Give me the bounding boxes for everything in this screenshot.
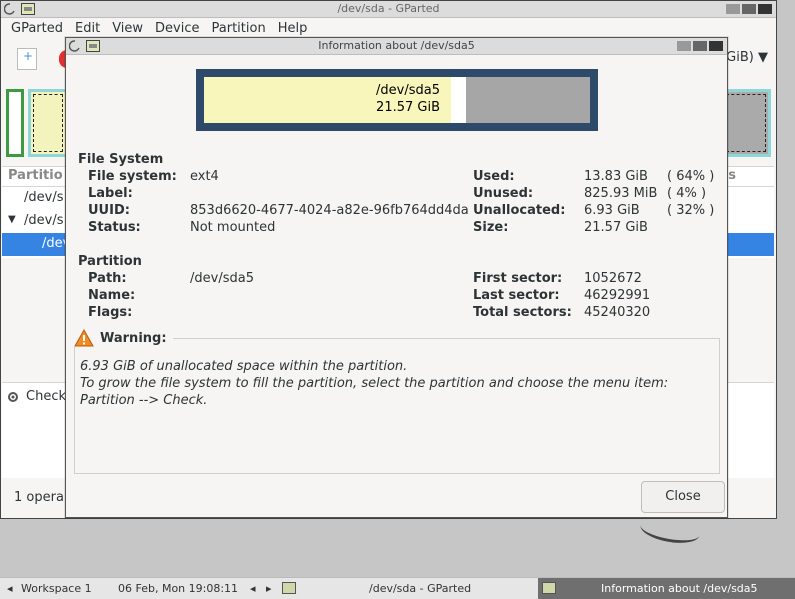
unallocated-label: Unallocated: [473,203,566,218]
total-sectors-value: 45240320 [584,305,651,320]
operation-label: Check [26,389,66,404]
menu-help[interactable]: Help [272,21,314,36]
taskbar: ◂ Workspace 1 06 Feb, Mon 19:08:11 ◂ ▸ /… [0,577,795,599]
partition-block-extended[interactable] [28,89,68,157]
status-value: Not mounted [190,220,276,235]
device-selector-label: GiB) [726,50,754,65]
new-partition-button[interactable] [17,48,37,70]
partition-block-sda1[interactable] [6,89,24,157]
uuid-label: UUID: [88,203,130,218]
gparted-app-icon [282,582,296,594]
path-value: /dev/sda5 [190,271,254,286]
task-prev-icon[interactable]: ◂ [250,582,256,595]
menu-gparted[interactable]: GParted [5,21,69,36]
total-sectors-label: Total sectors: [473,305,572,320]
window-title: /dev/sda - GParted [337,2,440,15]
used-label: Used: [473,169,515,184]
column-flags[interactable]: s [728,168,736,183]
first-sector-label: First sector: [473,271,563,286]
unused-value: 825.93 MiB [584,186,658,201]
dialog-titlebar[interactable]: Information about /dev/sda5 [66,38,727,55]
partition-info-dialog: Information about /dev/sda5 /dev/sda5 21… [65,37,728,518]
minimize-button[interactable] [677,41,691,51]
name-label: Name: [88,288,136,303]
maximize-button[interactable] [693,41,707,51]
minimize-button[interactable] [726,4,740,14]
status-bar: 1 opera [14,490,64,505]
uuid-value: 853d6620-4677-4024-a82e-96fb764dd4da [190,203,469,218]
window-controls [726,4,772,14]
fs-type-label: File system: [88,169,177,184]
close-window-button[interactable] [758,4,772,14]
unallocated-percent: ( 32% ) [667,203,715,218]
warning-message: 6.93 GiB of unallocated space within the… [80,358,710,409]
main-titlebar[interactable]: /dev/sda - GParted [1,1,776,18]
menu-view[interactable]: View [106,21,149,36]
flags-label: Flags: [88,305,133,320]
path-label: Path: [88,271,127,286]
device-selector[interactable]: GiB) ▼ [726,50,768,65]
partition-block-sda5[interactable] [721,89,771,157]
gparted-app-icon [542,582,556,594]
fs-type-value: ext4 [190,169,219,184]
unused-label: Unused: [473,186,534,201]
status-label: Status: [88,220,141,235]
close-button[interactable]: Close [641,481,725,513]
dialog-window-controls [677,41,723,51]
usage-bar-inner: /dev/sda5 21.57 GiB [204,77,590,123]
unallocated-value: 6.93 GiB [584,203,640,218]
task-gparted[interactable]: /dev/sda - GParted [369,582,471,595]
size-value: 21.57 GiB [584,220,648,235]
warning-triangle-icon [74,329,94,347]
warning-header: Warning: [74,329,173,347]
menu-device[interactable]: Device [149,21,205,36]
warning-title: Warning: [100,330,167,346]
task-info-dialog-label: Information about /dev/sda5 [601,582,758,595]
partition-row-label: /dev/s [24,213,64,228]
column-partition[interactable]: Partitio [8,168,63,183]
last-sector-label: Last sector: [473,288,560,303]
used-percent: ( 64% ) [667,169,715,184]
workspace-label[interactable]: Workspace 1 [21,582,92,595]
usage-bar-label: /dev/sda5 21.57 GiB [204,82,440,116]
dialog-title: Information about /dev/sda5 [318,39,475,52]
warning-line: 6.93 GiB of unallocated space within the… [80,359,408,374]
task-next-icon[interactable]: ▸ [266,582,272,595]
menu-partition[interactable]: Partition [206,21,272,36]
warning-line: To grow the file system to fill the part… [80,376,669,391]
used-value: 13.83 GiB [584,169,648,184]
usage-bar: /dev/sda5 21.57 GiB [196,69,598,131]
task-info-dialog[interactable]: Information about /dev/sda5 [538,578,795,599]
first-sector-value: 1052672 [584,271,642,286]
close-window-button[interactable] [709,41,723,51]
file-system-heading: File System [78,152,164,167]
partition-heading: Partition [78,254,142,269]
unused-percent: ( 4% ) [667,186,707,201]
fs-label-label: Label: [88,186,133,201]
usage-bar-unallocated [466,77,590,123]
size-label: Size: [473,220,509,235]
chevron-down-icon: ▼ [758,50,768,65]
menu-edit[interactable]: Edit [69,21,106,36]
workspace-prev-icon[interactable]: ◂ [7,582,13,595]
gear-icon [8,391,18,402]
partition-row-label: /dev/s [24,190,64,205]
warning-line: Partition --> Check. [80,393,208,408]
clock: 06 Feb, Mon 19:08:11 [118,582,239,595]
usage-bar-partition-size: 21.57 GiB [376,100,440,115]
maximize-button[interactable] [742,4,756,14]
expander-down-icon[interactable]: ▼ [8,214,16,225]
menubar: GParted Edit View Device Partition Help [1,18,776,39]
last-sector-value: 46292991 [584,288,651,303]
usage-bar-partition-name: /dev/sda5 [376,83,440,98]
